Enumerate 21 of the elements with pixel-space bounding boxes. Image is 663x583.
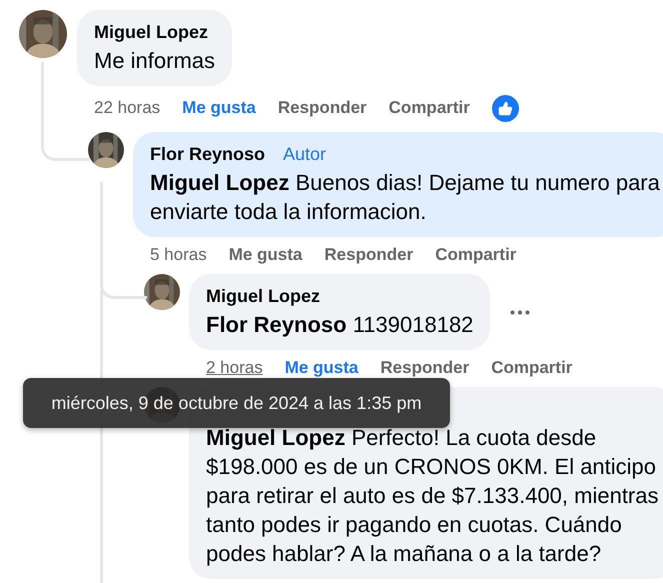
like-link[interactable]: Me gusta bbox=[284, 358, 358, 378]
reply-link[interactable]: Responder bbox=[278, 98, 367, 118]
reply-link[interactable]: Responder bbox=[324, 245, 414, 265]
more-options-icon[interactable] bbox=[510, 310, 530, 314]
reply-link[interactable]: Responder bbox=[380, 358, 470, 378]
timestamp-link[interactable]: 22 horas bbox=[94, 98, 160, 118]
share-link[interactable]: Compartir bbox=[435, 245, 516, 265]
share-link[interactable]: Compartir bbox=[491, 358, 572, 378]
author-name[interactable]: Miguel Lopez bbox=[206, 286, 320, 306]
comment-text: Me informas bbox=[94, 47, 216, 75]
comment-text: Flor Reynoso 1139018182 bbox=[206, 311, 474, 339]
author-label: Autor bbox=[283, 144, 326, 164]
like-link[interactable]: Me gusta bbox=[228, 245, 302, 265]
timestamp-link[interactable]: 2 horas bbox=[206, 358, 263, 378]
date-tooltip: miércoles, 9 de octubre de 2024 a las 1:35 pm bbox=[23, 378, 450, 428]
share-link[interactable]: Compartir bbox=[388, 98, 470, 118]
author-name[interactable]: Flor Reynoso bbox=[150, 144, 266, 164]
author-name[interactable]: Miguel Lopez bbox=[94, 22, 208, 42]
comment-text: Miguel Lopez Buenos dias! Dejame tu numero para enviarte toda la informacion. bbox=[150, 169, 660, 226]
timestamp-link[interactable]: 5 horas bbox=[150, 245, 207, 265]
like-link[interactable]: Me gusta bbox=[182, 98, 256, 118]
